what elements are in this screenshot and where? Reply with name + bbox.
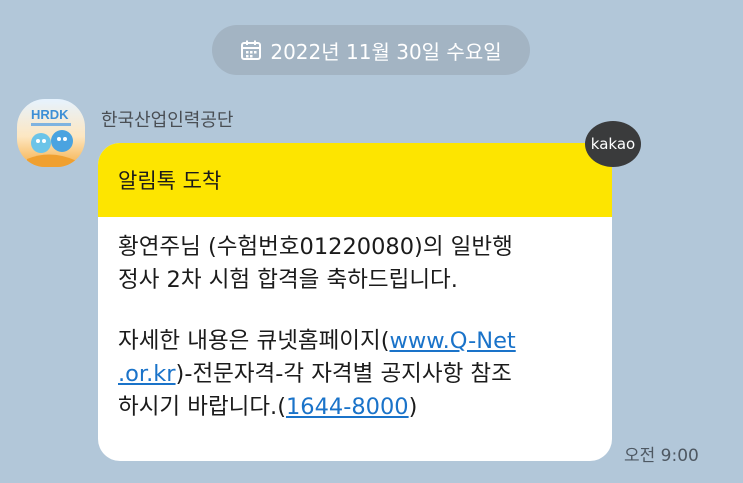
message-line: 자세한 내용은 큐넷홈페이지(www.Q-Net <box>118 328 516 354</box>
sender-name: 한국산업인력공단 <box>101 110 234 131</box>
message-time: 오전 9:00 <box>624 446 699 466</box>
message-line: 황연주님 (수험번호01220080)의 일반행 <box>118 234 513 260</box>
phone-link[interactable]: 1644-8000 <box>286 394 409 420</box>
date-label: 2022년 11월 30일 수요일 <box>270 39 502 64</box>
sender-avatar[interactable]: HRDK <box>17 99 85 167</box>
calendar-icon <box>241 40 262 60</box>
alimtalk-header: 알림톡 도착 <box>98 143 612 217</box>
qnet-link[interactable]: www.Q-Net <box>389 328 515 354</box>
message-line: 하시기 바랍니다.(1644-8000) <box>118 394 418 420</box>
kakao-badge: kakao <box>585 121 641 167</box>
svg-text:HRDK: HRDK <box>31 107 69 122</box>
message-body: 황연주님 (수험번호01220080)의 일반행 정사 2차 시험 합격을 축하… <box>98 217 612 424</box>
hrdk-logo-icon: HRDK <box>27 107 77 167</box>
message-bubble[interactable]: 알림톡 도착 황연주님 (수험번호01220080)의 일반행 정사 2차 시험… <box>98 143 612 461</box>
message-line: 정사 2차 시험 합격을 축하드립니다. <box>118 267 458 293</box>
qnet-link-continued[interactable]: .or.kr <box>118 361 176 387</box>
message-line: .or.kr)-전문자격-각 자격별 공지사항 참조 <box>118 361 512 387</box>
date-divider: 2022년 11월 30일 수요일 <box>212 25 530 75</box>
